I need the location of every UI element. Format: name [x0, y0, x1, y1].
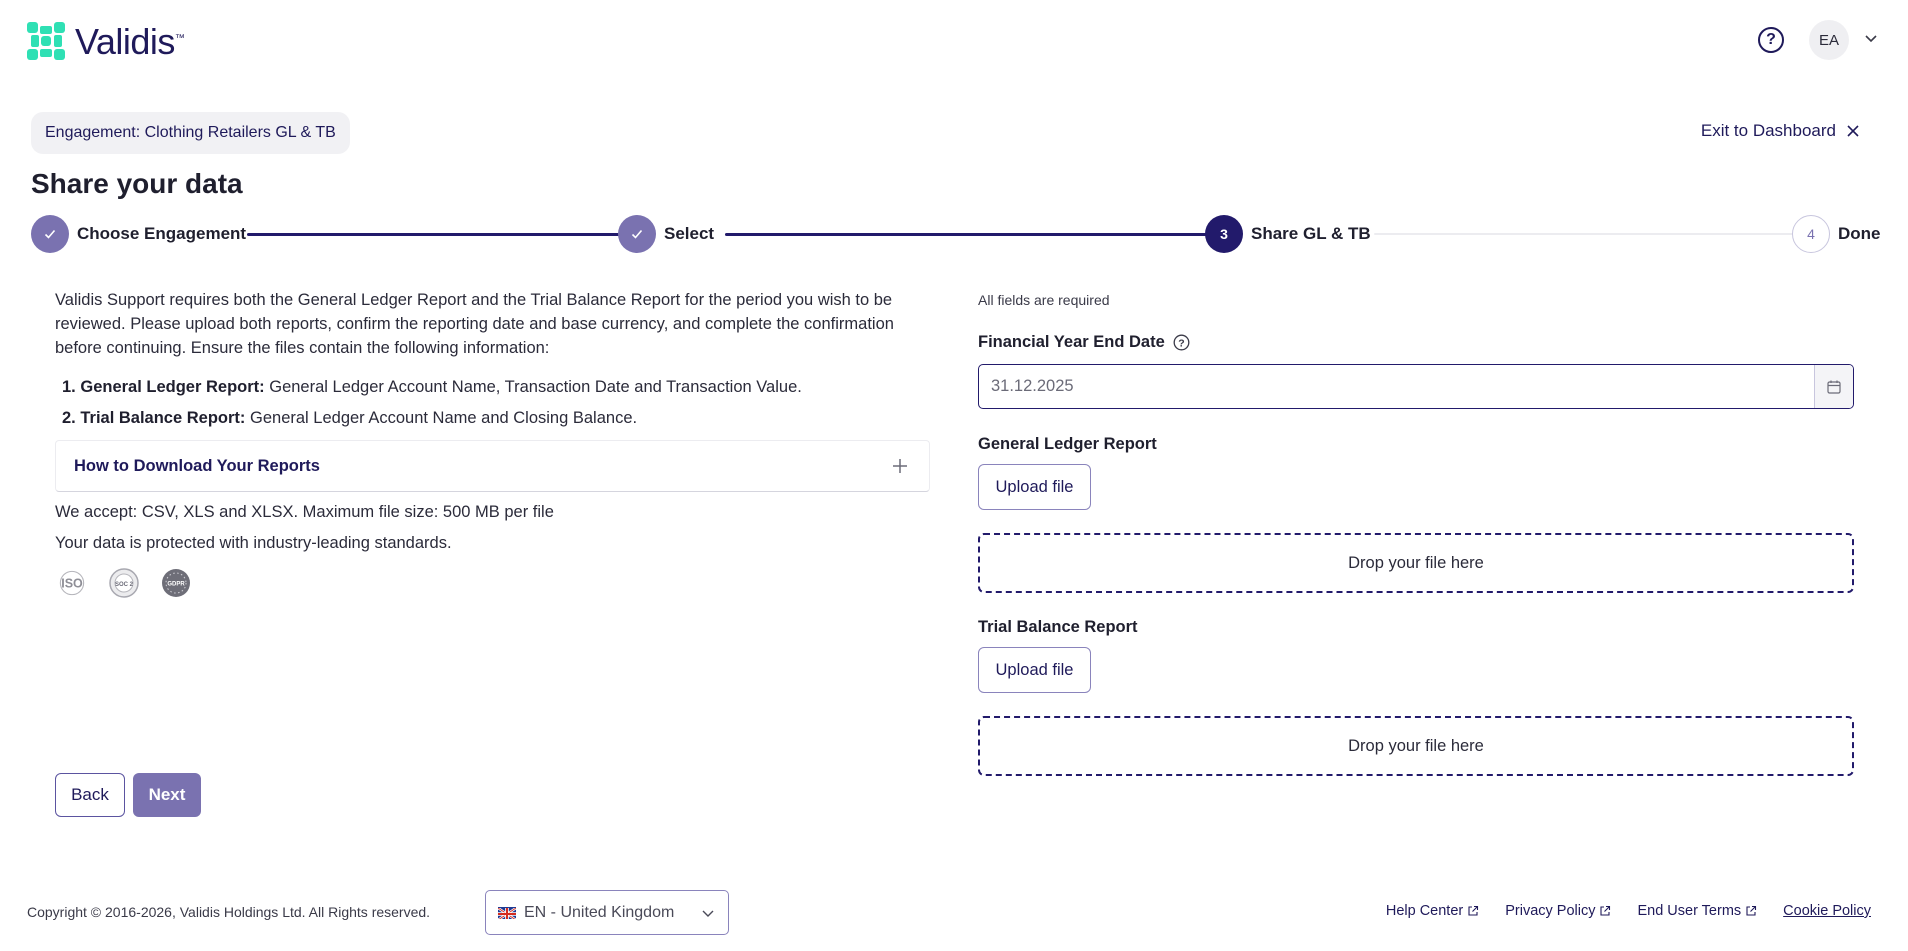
- soc2-badge-icon: SOC 2: [107, 567, 141, 599]
- privacy-policy-link[interactable]: Privacy Policy: [1505, 903, 1611, 919]
- requirement-text: General Ledger Account Name and Closing …: [245, 409, 638, 427]
- upload-general-ledger-button[interactable]: Upload file: [978, 464, 1091, 510]
- date-label-text: Financial Year End Date: [978, 333, 1165, 351]
- step-3-number: 3: [1205, 215, 1243, 253]
- brand-name: Validis: [75, 21, 175, 62]
- requirements-list: 1. General Ledger Report: General Ledger…: [62, 375, 802, 437]
- copyright-text: Copyright © 2016-2026, Validis Holdings …: [27, 904, 431, 920]
- svg-text:GDPR: GDPR: [167, 582, 185, 588]
- svg-text:SOC 2: SOC 2: [115, 582, 134, 588]
- upload-trial-balance-button[interactable]: Upload file: [978, 647, 1091, 693]
- uk-flag-icon: [498, 906, 516, 919]
- end-user-terms-link[interactable]: End User Terms: [1637, 903, 1757, 919]
- date-input[interactable]: [979, 365, 1814, 408]
- trademark-symbol: ™: [174, 33, 185, 44]
- dropzone-label: Drop your file here: [1348, 736, 1484, 755]
- required-fields-note: All fields are required: [978, 292, 1110, 308]
- validis-logo[interactable]: Validis™: [27, 20, 185, 62]
- page-title: Share your data: [31, 168, 243, 199]
- svg-text:?: ?: [1178, 337, 1184, 349]
- list-item: 2. Trial Balance Report: General Ledger …: [62, 409, 638, 427]
- avatar-initials: EA: [1818, 31, 1839, 49]
- accepted-formats-text: We accept: CSV, XLS and XLSX. Maximum fi…: [55, 503, 554, 521]
- step-2-label: Select: [664, 224, 715, 243]
- step-connector: [247, 233, 641, 236]
- step-4-number: 4: [1792, 215, 1830, 253]
- financial-year-end-field: [978, 364, 1854, 409]
- dropzone-label: Drop your file here: [1348, 553, 1484, 572]
- language-value: EN - United Kingdom: [524, 903, 675, 921]
- step-2-check-icon: [618, 215, 656, 253]
- chevron-down-icon: [702, 910, 714, 917]
- step-4-label: Done: [1838, 224, 1881, 243]
- requirement-title: General Ledger Report:: [80, 378, 265, 396]
- trial-balance-dropzone[interactable]: Drop your file here: [978, 716, 1854, 776]
- close-icon: [1847, 125, 1859, 137]
- general-ledger-label: General Ledger Report: [978, 435, 1157, 453]
- general-ledger-dropzone[interactable]: Drop your file here: [978, 533, 1854, 593]
- list-item: 1. General Ledger Report: General Ledger…: [62, 378, 802, 396]
- avatar[interactable]: EA: [1809, 20, 1849, 60]
- step-1-label: Choose Engagement: [77, 224, 247, 243]
- calendar-icon[interactable]: [1814, 365, 1853, 408]
- gdpr-badge-icon: GDPR: [159, 567, 193, 599]
- progress-stepper: Choose Engagement Select 3 Share GL & TB…: [31, 215, 1881, 255]
- requirement-text: General Ledger Account Name, Transaction…: [264, 378, 802, 396]
- exit-label: Exit to Dashboard: [1700, 121, 1836, 140]
- validis-logo-mark: [27, 21, 65, 60]
- iso-badge-icon: ISO: [55, 567, 89, 599]
- engagement-label: Engagement: Clothing Retailers GL & TB: [45, 124, 336, 141]
- data-protection-text: Your data is protected with industry-lea…: [55, 534, 452, 552]
- next-button[interactable]: Next: [133, 773, 201, 817]
- step-1-check-icon: [31, 215, 69, 253]
- exit-to-dashboard-link[interactable]: Exit to Dashboard: [1701, 121, 1860, 141]
- external-link-icon: [1600, 905, 1611, 916]
- footer-links: Help Center Privacy Policy End User Term…: [1386, 903, 1871, 919]
- step-3-label: Share GL & TB: [1251, 224, 1371, 243]
- plus-icon: [893, 459, 907, 473]
- accordion-title: How to Download Your Reports: [74, 456, 320, 475]
- how-to-download-accordion[interactable]: How to Download Your Reports: [55, 440, 930, 492]
- back-button[interactable]: Back: [55, 773, 125, 817]
- step-connector: [725, 233, 1217, 236]
- language-select[interactable]: EN - United Kingdom: [485, 890, 729, 935]
- trial-balance-label: Trial Balance Report: [978, 618, 1138, 636]
- cookie-policy-link[interactable]: Cookie Policy: [1783, 903, 1871, 919]
- help-icon[interactable]: ?: [1173, 334, 1190, 351]
- help-center-link[interactable]: Help Center: [1386, 903, 1479, 919]
- certification-badges: ISO SOC 2 GDPR: [55, 567, 193, 599]
- financial-year-end-label: Financial Year End Date ?: [978, 333, 1190, 352]
- requirement-title: Trial Balance Report:: [80, 409, 246, 427]
- step-connector: [1374, 233, 1804, 235]
- external-link-icon: [1746, 905, 1757, 916]
- intro-text: Validis Support requires both the Genera…: [55, 291, 894, 357]
- help-icon[interactable]: ?: [1758, 27, 1784, 53]
- engagement-badge: Engagement: Clothing Retailers GL & TB: [31, 112, 350, 154]
- chevron-down-icon[interactable]: [1863, 30, 1879, 46]
- svg-text:ISO: ISO: [61, 576, 83, 590]
- external-link-icon: [1468, 905, 1479, 916]
